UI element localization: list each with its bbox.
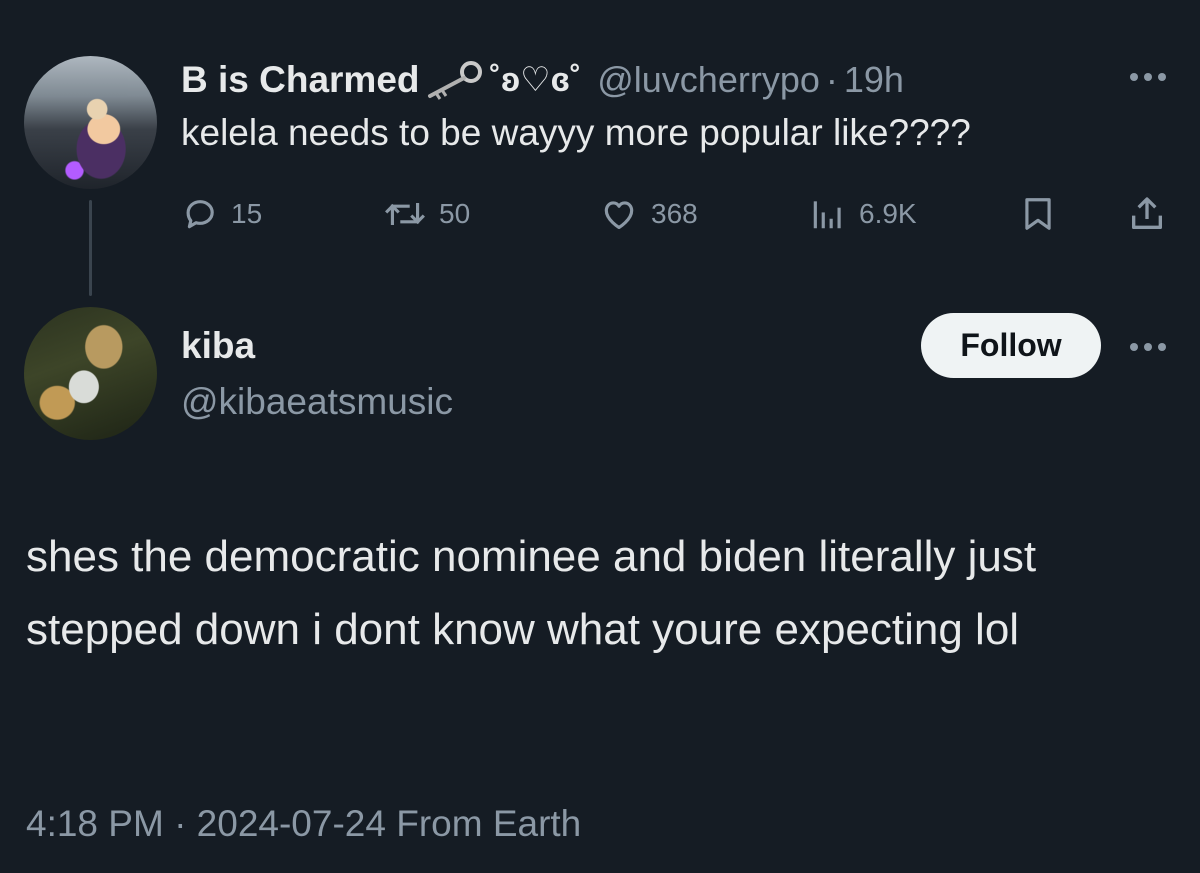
views-icon: [813, 201, 841, 229]
views-button[interactable]: 6.9K: [809, 191, 917, 237]
reply-tweet-text: shes the democratic nominee and biden li…: [26, 532, 1037, 654]
repost-icon: [385, 203, 425, 225]
reply-timestamp[interactable]: 4:18 PM · 2024-07-24 From Earth: [26, 803, 581, 845]
heart-icon: [604, 201, 634, 230]
bookmark-button[interactable]: [1019, 191, 1069, 237]
parent-tweet-header: B is Charmed ˚ʚ♡ɞ˚ @luvcherrypo · 19h: [181, 56, 904, 104]
thread-connector-line: [89, 200, 92, 296]
repost-button[interactable]: 50: [383, 191, 470, 237]
like-count: 368: [651, 198, 698, 229]
share-icon: [1132, 197, 1162, 229]
reply-handle[interactable]: @kibaeatsmusic: [181, 381, 453, 423]
view-count: 6.9K: [859, 198, 917, 229]
parent-handle[interactable]: @luvcherrypo: [597, 59, 820, 101]
header-separator: ·: [825, 59, 838, 100]
share-button[interactable]: [1127, 191, 1179, 237]
reply-icon: [186, 200, 214, 229]
avatar-luvcherrypo[interactable]: [24, 56, 157, 189]
follow-button[interactable]: Follow: [921, 313, 1101, 378]
repost-count: 50: [439, 198, 471, 229]
like-button[interactable]: 368: [599, 191, 698, 237]
name-decoration: ˚ʚ♡ɞ˚: [489, 61, 582, 99]
more-icon[interactable]: [1128, 340, 1168, 354]
reply-display-name[interactable]: kiba: [181, 325, 255, 367]
parent-display-name[interactable]: B is Charmed: [181, 59, 420, 101]
key-icon: [427, 61, 482, 100]
avatar-kibaeatsmusic[interactable]: [24, 307, 157, 440]
parent-tweet-text: kelela needs to be wayyy more popular li…: [181, 112, 971, 153]
tweet-detail-view: B is Charmed ˚ʚ♡ɞ˚ @luvcherrypo · 19h ke…: [0, 0, 1200, 873]
reply-count: 15: [231, 198, 263, 229]
bookmark-icon: [1025, 198, 1051, 230]
parent-time-ago[interactable]: 19h: [844, 59, 904, 101]
parent-tweet-actions: 15 50 368 6.9K: [181, 191, 1171, 237]
more-icon[interactable]: [1128, 70, 1168, 84]
reply-button[interactable]: 15: [181, 191, 262, 237]
